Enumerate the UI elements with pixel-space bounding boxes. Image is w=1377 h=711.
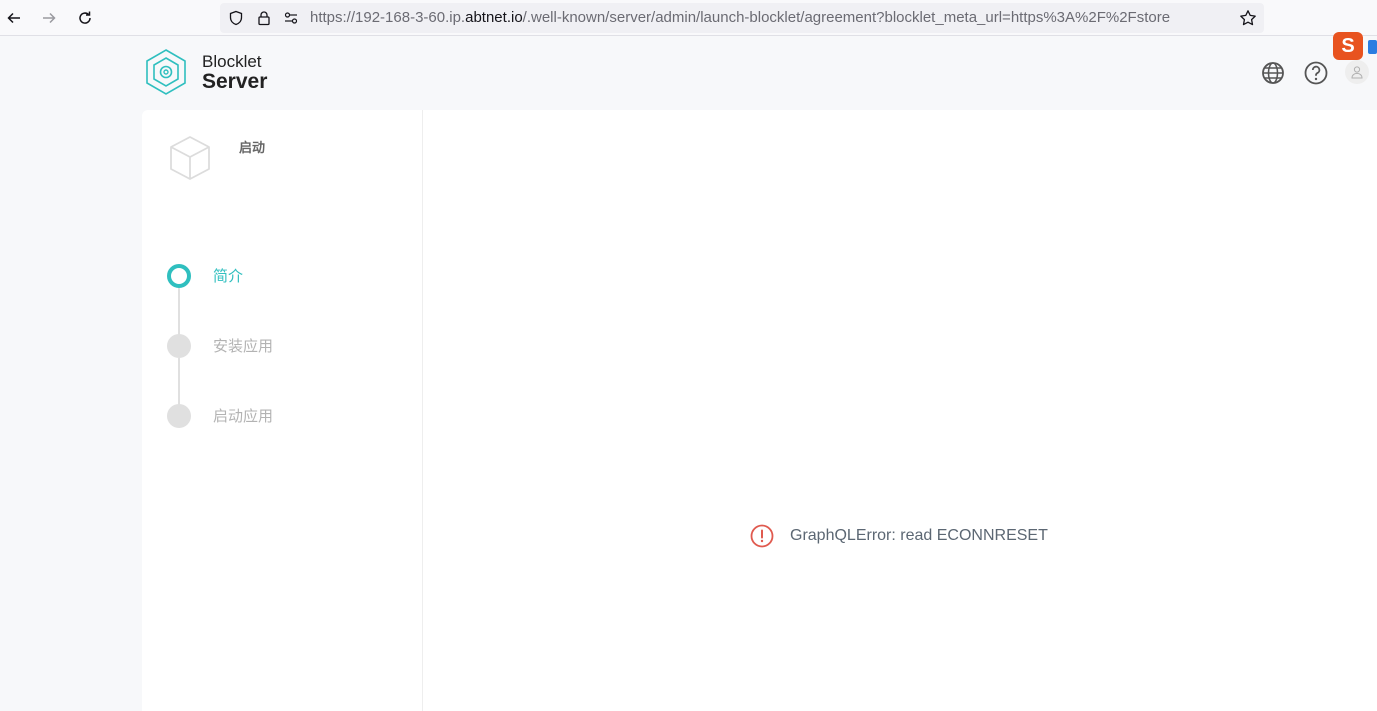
- step-intro[interactable]: 简介: [213, 266, 243, 286]
- step-indicator-intro: [167, 264, 191, 288]
- url-host: abtnet.io: [465, 9, 523, 26]
- arrow-right-icon: [43, 12, 56, 24]
- arrow-left-icon: [7, 12, 20, 24]
- error-alert-icon: [750, 524, 774, 548]
- step-indicator-launch: [167, 404, 191, 428]
- package-cube-icon: [170, 136, 210, 180]
- brand-subtitle: Server: [202, 70, 268, 93]
- launch-card: 启动 简介 安装应用 启动应用 GraphQLError: read ECONN…: [142, 110, 1377, 711]
- step-indicator-install: [167, 334, 191, 358]
- extension-icon-secondary[interactable]: [1368, 40, 1377, 54]
- bookmark-star-icon[interactable]: [1239, 9, 1257, 27]
- url-text: https://192-168-3-60.ip.abtnet.io/.well-…: [310, 9, 1228, 27]
- step-install-app[interactable]: 安装应用: [213, 336, 273, 356]
- extension-icon[interactable]: S: [1333, 32, 1363, 60]
- lock-icon[interactable]: [256, 10, 272, 26]
- error-text: GraphQLError: read ECONNRESET: [790, 527, 1048, 544]
- reload-icon: [79, 11, 91, 24]
- blocklet-logo-icon[interactable]: [142, 48, 190, 96]
- avatar[interactable]: [1345, 60, 1369, 84]
- forward-button[interactable]: [37, 6, 61, 30]
- permissions-icon[interactable]: [283, 10, 299, 26]
- address-bar[interactable]: https://192-168-3-60.ip.abtnet.io/.well-…: [220, 3, 1264, 33]
- url-prefix: https://192-168-3-60.ip.: [310, 9, 466, 26]
- step-connector: [178, 358, 180, 406]
- app-title: 启动: [239, 141, 266, 156]
- step-connector: [178, 288, 180, 336]
- steps-sidebar: 启动 简介 安装应用 启动应用: [142, 110, 423, 711]
- reload-button[interactable]: [73, 6, 97, 30]
- user-icon: [1351, 66, 1363, 79]
- step-launch-app[interactable]: 启动应用: [213, 406, 273, 426]
- brand-title: Blocklet: [202, 52, 262, 71]
- help-icon[interactable]: [1303, 60, 1329, 86]
- back-button[interactable]: [2, 6, 26, 30]
- globe-icon[interactable]: [1260, 60, 1286, 86]
- error-message: GraphQLError: read ECONNRESET: [750, 523, 1048, 549]
- shield-icon[interactable]: [228, 10, 244, 26]
- browser-toolbar: https://192-168-3-60.ip.abtnet.io/.well-…: [0, 0, 1377, 36]
- url-suffix: /.well-known/server/admin/launch-blockle…: [522, 9, 1171, 26]
